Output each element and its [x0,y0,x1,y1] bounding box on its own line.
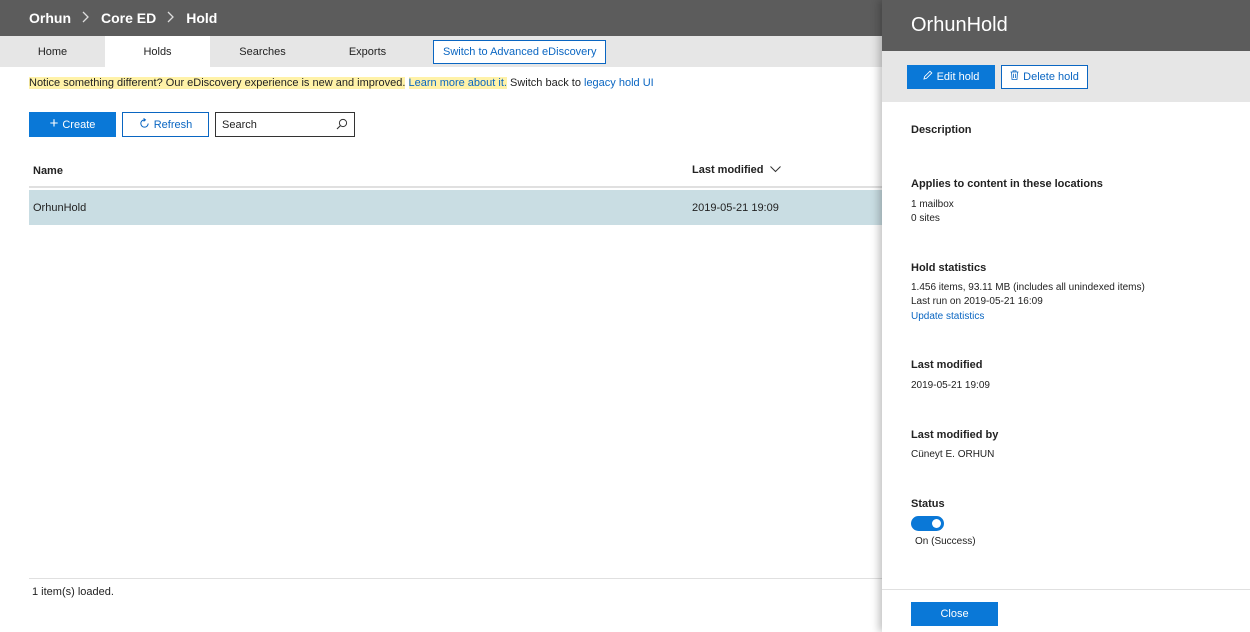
tab-exports[interactable]: Exports [315,36,420,67]
breadcrumb-hold[interactable]: Hold [186,10,217,26]
table-row[interactable]: OrhunHold 2019-05-21 19:09 [29,190,882,225]
panel-title: OrhunHold [882,0,1250,51]
row-name: OrhunHold [33,202,87,214]
create-button[interactable]: + Create [29,112,116,137]
last-modified-by-title: Last modified by [911,429,999,441]
panel-actions: Edit hold Delete hold [882,51,1250,102]
hold-statistics-last-run: Last run on 2019-05-21 16:09 [911,296,1043,307]
details-panel: OrhunHold Edit hold Delete hold Descript… [882,0,1250,632]
notice-text: Notice something different? Our eDiscove… [29,77,406,89]
trash-icon [1010,70,1019,83]
tab-home[interactable]: Home [0,36,105,67]
last-modified-value: 2019-05-21 19:09 [911,380,990,391]
create-label: Create [62,118,96,131]
close-button[interactable]: Close [911,602,998,626]
legacy-hold-ui-link[interactable]: legacy hold UI [584,77,654,89]
breadcrumb-separator-icon [82,10,90,26]
locations-title: Applies to content in these locations [911,178,1103,190]
tab-searches[interactable]: Searches [210,36,315,67]
location-mailbox: 1 mailbox [911,199,954,210]
search-icon[interactable] [336,118,348,133]
edit-hold-label: Edit hold [936,70,980,83]
toggle-knob [932,519,941,528]
delete-hold-button[interactable]: Delete hold [1001,64,1088,89]
panel-footer-divider [882,589,1250,590]
update-statistics-link[interactable]: Update statistics [911,311,984,322]
edit-hold-button[interactable]: Edit hold [907,64,995,89]
hold-statistics-items: 1.456 items, 93.11 MB (includes all unin… [911,282,1145,293]
hold-statistics-title: Hold statistics [911,262,987,274]
toolbar: + Create Refresh [29,112,355,137]
plus-icon: + [49,115,59,132]
refresh-label: Refresh [153,118,193,131]
footer-divider [29,578,882,579]
search-input[interactable] [222,118,332,131]
notice-banner: Notice something different? Our eDiscove… [29,77,654,90]
breadcrumb-core-ed[interactable]: Core ED [101,10,156,26]
learn-more-link[interactable]: Learn more about it. [408,77,507,89]
status-toggle[interactable] [911,516,944,531]
breadcrumb-separator-icon [167,10,175,26]
column-header-last-modified[interactable]: Last modified [692,164,781,176]
column-header-name[interactable]: Name [33,165,63,177]
location-sites: 0 sites [911,213,940,224]
status-bar-text: 1 item(s) loaded. [32,586,114,598]
row-last-modified: 2019-05-21 19:09 [692,202,779,214]
description-title: Description [911,124,972,136]
last-modified-title: Last modified [911,359,983,371]
chevron-down-icon [769,164,781,176]
refresh-icon [139,117,150,132]
tab-holds[interactable]: Holds [105,36,210,67]
refresh-button[interactable]: Refresh [122,112,209,137]
last-modified-by-value: Cüneyt E. ORHUN [911,449,995,460]
delete-hold-label: Delete hold [1023,70,1079,83]
search-box [215,112,355,137]
table-header: Name Last modified [29,158,882,188]
status-title: Status [911,498,945,510]
pencil-icon [922,70,933,83]
breadcrumb-orhun[interactable]: Orhun [29,10,71,26]
column-header-last-modified-label: Last modified [692,164,764,176]
status-text: On (Success) [915,536,976,547]
top-header: Orhun Core ED Hold [0,0,882,36]
switch-back-text: Switch back to [510,77,581,89]
switch-advanced-ediscovery-button[interactable]: Switch to Advanced eDiscovery [433,39,607,64]
tab-bar: Home Holds Searches Exports Switch to Ad… [0,36,882,67]
